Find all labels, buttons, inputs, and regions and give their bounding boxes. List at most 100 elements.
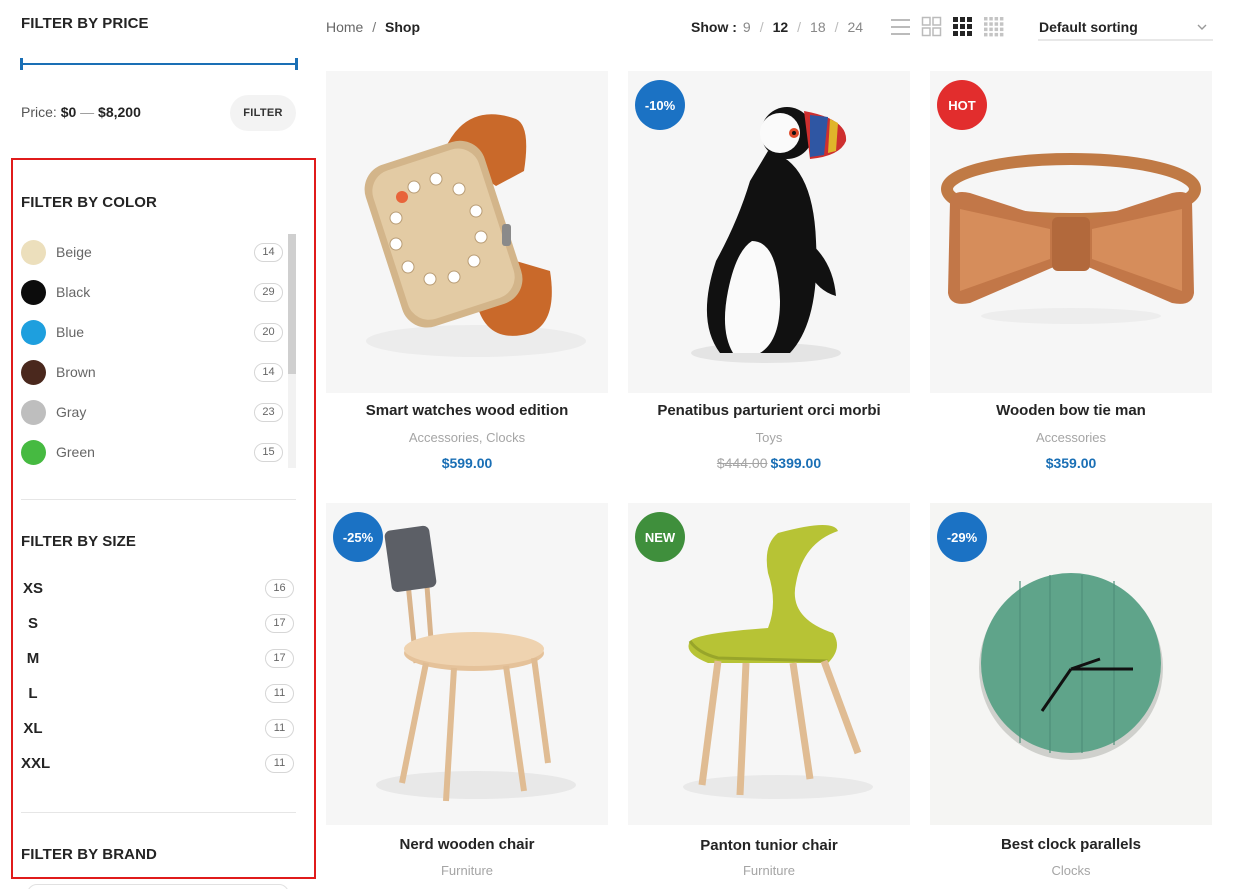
price-filter-title: Filter by price xyxy=(21,15,149,32)
product-card[interactable]: HOT Wooden bow tie man Accessories $359.… xyxy=(930,71,1212,471)
grid-4-icon[interactable] xyxy=(983,16,1004,37)
color-swatch xyxy=(21,439,46,465)
product-categories[interactable]: Clocks xyxy=(930,863,1212,878)
breadcrumb-home-link[interactable]: Home xyxy=(326,19,363,35)
chevron-down-icon xyxy=(1197,24,1207,30)
filter-button[interactable]: Filter xyxy=(230,95,296,131)
price-range-label: Price: $0 — $8,200 xyxy=(21,104,141,120)
color-item-blue[interactable]: Blue 20 xyxy=(21,319,283,345)
color-item-black[interactable]: Black 29 xyxy=(21,279,283,305)
breadcrumb-separator: / xyxy=(372,19,377,35)
product-image[interactable] xyxy=(326,71,608,393)
product-price: $444.00 $399.00 xyxy=(628,455,910,471)
sorting-selected-value: Default sorting xyxy=(1039,18,1138,35)
product-image[interactable]: -29% xyxy=(930,503,1212,825)
product-title[interactable]: Penatibus parturient orci morbi xyxy=(628,402,910,419)
product-price: $359.00 xyxy=(930,455,1212,471)
product-title[interactable]: Smart watches wood edition xyxy=(326,402,608,419)
view-mode-switcher xyxy=(890,16,1004,37)
size-count: 16 xyxy=(265,578,294,598)
size-item-l[interactable]: L 11 xyxy=(21,682,294,704)
per-page-option-9[interactable]: 9 xyxy=(743,19,751,35)
discount-badge: -10% xyxy=(635,80,685,130)
divider xyxy=(21,812,296,813)
product-categories[interactable]: Accessories, Clocks xyxy=(326,430,608,445)
size-count: 17 xyxy=(265,613,294,633)
brand-filter-title: Filter by brand xyxy=(21,846,157,863)
sorting-select[interactable]: Default sorting xyxy=(1038,14,1213,41)
size-item-xxl[interactable]: XXL 11 xyxy=(21,752,294,774)
price-range-slider[interactable] xyxy=(20,58,298,70)
color-item-green[interactable]: Green 15 xyxy=(21,439,283,465)
per-page-separator: / xyxy=(834,19,839,35)
new-badge: NEW xyxy=(635,512,685,562)
size-item-m[interactable]: M 17 xyxy=(21,647,294,669)
size-name: XL xyxy=(23,719,43,737)
color-item-beige[interactable]: Beige 14 xyxy=(21,239,283,265)
product-title[interactable]: Panton tunior chair xyxy=(628,837,910,854)
product-title[interactable]: Best clock parallels xyxy=(930,836,1212,853)
color-name: Brown xyxy=(56,364,96,380)
color-swatch xyxy=(21,319,46,345)
price-label-text: Price: xyxy=(21,104,57,120)
size-name: M xyxy=(26,649,40,667)
shop-sidebar: Filter by price Price: $0 — $8,200 Filte… xyxy=(0,0,316,889)
per-page-option-12[interactable]: 12 xyxy=(773,19,789,35)
color-count: 15 xyxy=(254,442,283,462)
color-swatch xyxy=(21,399,46,425)
color-item-gray[interactable]: Gray 23 xyxy=(21,399,283,425)
per-page-separator: / xyxy=(759,19,764,35)
product-card[interactable]: Smart watches wood edition Accessories, … xyxy=(326,71,608,471)
grid-3-icon[interactable] xyxy=(952,16,973,37)
per-page-option-18[interactable]: 18 xyxy=(810,19,826,35)
size-count: 11 xyxy=(265,683,294,703)
size-item-s[interactable]: S 17 xyxy=(21,612,294,634)
per-page-option-24[interactable]: 24 xyxy=(848,19,864,35)
product-categories[interactable]: Furniture xyxy=(326,863,608,878)
product-categories[interactable]: Toys xyxy=(628,430,910,445)
price-max-value: $8,200 xyxy=(98,104,141,120)
color-name: Black xyxy=(56,284,91,300)
color-item-brown[interactable]: Brown 14 xyxy=(21,359,283,385)
product-card[interactable]: -29% Best clock parallels Clocks xyxy=(930,503,1212,889)
list-view-icon[interactable] xyxy=(890,16,911,37)
discount-badge: -25% xyxy=(333,512,383,562)
color-count: 23 xyxy=(254,402,283,422)
product-card[interactable]: -25% Nerd wooden chair Furniture xyxy=(326,503,608,889)
color-count: 20 xyxy=(254,322,283,342)
product-image[interactable]: -10% xyxy=(628,71,910,393)
color-filter-list: Beige 14 Black 29 Blue 20 Brown 14 Gray … xyxy=(21,234,296,468)
color-list-scroll-thumb[interactable] xyxy=(288,234,296,374)
size-item-xs[interactable]: XS 16 xyxy=(21,577,294,599)
price-slider-min-handle[interactable] xyxy=(20,58,23,70)
product-categories[interactable]: Furniture xyxy=(628,863,910,878)
grid-2-icon[interactable] xyxy=(921,16,942,37)
per-page-separator: / xyxy=(797,19,802,35)
product-card[interactable]: -10% Penatibus parturient orci morbi Toy… xyxy=(628,71,910,471)
color-swatch xyxy=(21,359,46,385)
breadcrumb-current: Shop xyxy=(385,19,421,35)
product-image[interactable]: NEW xyxy=(628,503,910,825)
price-slider-max-handle[interactable] xyxy=(295,58,298,70)
old-price: $444.00 xyxy=(716,455,768,471)
size-item-xl[interactable]: XL 11 xyxy=(21,717,294,739)
product-title[interactable]: Nerd wooden chair xyxy=(326,836,608,853)
color-name: Gray xyxy=(56,404,87,420)
price-slider-track xyxy=(20,63,298,65)
product-card[interactable]: NEW Panton tunior chair Furniture xyxy=(628,503,910,889)
size-name: L xyxy=(28,684,38,702)
divider xyxy=(21,499,296,500)
product-categories[interactable]: Accessories xyxy=(930,430,1212,445)
product-title[interactable]: Wooden bow tie man xyxy=(930,402,1212,419)
price-dash: — xyxy=(80,104,95,120)
size-count: 11 xyxy=(265,753,294,773)
product-image[interactable]: -25% xyxy=(326,503,608,825)
product-image[interactable]: HOT xyxy=(930,71,1212,393)
color-name: Beige xyxy=(56,244,92,260)
color-name: Green xyxy=(56,444,95,460)
current-price: $359.00 xyxy=(1045,455,1097,471)
color-swatch xyxy=(21,239,46,265)
color-filter-title: Filter by color xyxy=(21,194,157,211)
size-filter-title: Filter by size xyxy=(21,533,137,550)
brand-search-input[interactable] xyxy=(27,884,289,889)
